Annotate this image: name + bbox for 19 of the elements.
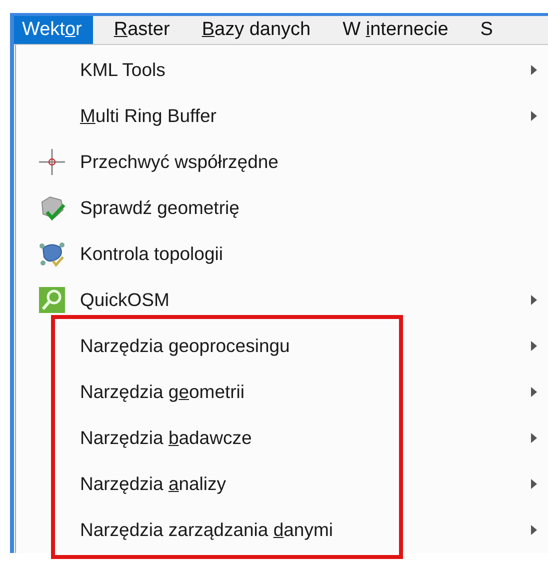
magnifier-icon: [38, 286, 66, 314]
menu-item[interactable]: Przechwyć współrzędne: [80, 151, 548, 173]
menu-item[interactable]: Multi Ring Buffer: [80, 105, 530, 127]
crosshair-icon: [38, 148, 66, 176]
menu-bar-item[interactable]: W internecie: [334, 16, 460, 44]
menu-bar-item[interactable]: Raster: [106, 16, 181, 44]
menu-item[interactable]: KML Tools: [80, 59, 530, 81]
topology-icon: [38, 240, 66, 268]
menu-item[interactable]: Kontrola topologii: [80, 243, 548, 265]
menu-item[interactable]: Narzędzia analizy: [80, 473, 530, 495]
menu-item[interactable]: Narzędzia badawcze: [80, 427, 530, 449]
menu-item[interactable]: Narzędzia geoprocesingu: [80, 335, 530, 357]
menu-bar-item[interactable]: Bazy danych: [194, 16, 322, 44]
menu-item[interactable]: QuickOSM: [80, 289, 530, 311]
menu-bar-item[interactable]: S: [472, 16, 504, 44]
menu-item[interactable]: Sprawdź geometrię: [80, 197, 548, 219]
menu-bar-item[interactable]: Wektor: [14, 16, 93, 44]
menu-item[interactable]: Narzędzia zarządzania danymi: [80, 519, 530, 541]
menu-item[interactable]: Narzędzia geometrii: [80, 381, 530, 403]
